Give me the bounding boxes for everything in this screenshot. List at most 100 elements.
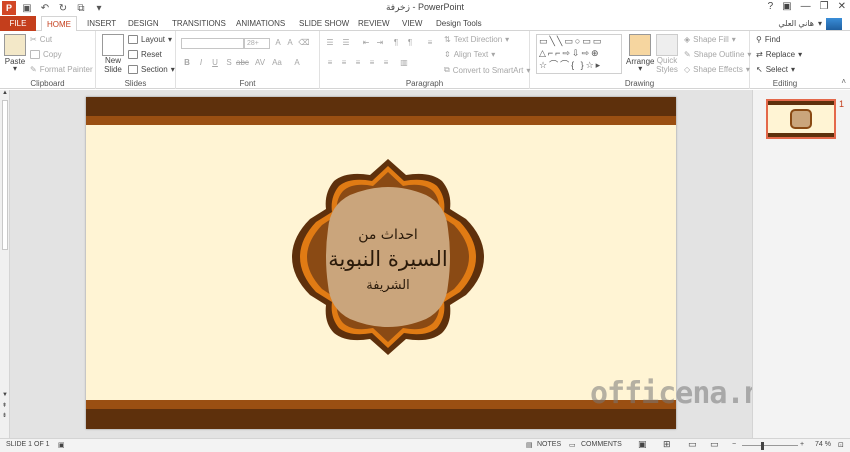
reading-view-icon[interactable]: ▭ <box>688 439 697 450</box>
section-button[interactable]: Section ▾ <box>128 65 175 74</box>
shape-icon[interactable]: ☆⌒⌒{ }☆▸ <box>539 60 602 70</box>
ltr-icon[interactable]: ¶ <box>404 38 416 47</box>
quick-styles-button[interactable]: Quick Styles <box>656 34 678 74</box>
font-size-input[interactable]: 28+ <box>244 38 270 49</box>
slide-sorter-icon[interactable]: ⊞ <box>663 439 671 450</box>
align-left-icon[interactable]: ≡ <box>324 58 336 67</box>
tab-view[interactable]: VIEW <box>402 16 422 31</box>
close-icon[interactable]: ✕ <box>838 1 846 12</box>
zoom-slider-thumb[interactable] <box>760 442 764 450</box>
shape-fill-button[interactable]: ◈ Shape Fill ▾ <box>684 35 736 44</box>
shape-icon[interactable]: △⌐⌐⇨⇩⇨⊕ <box>539 48 601 58</box>
justify-icon[interactable]: ≡ <box>366 58 378 67</box>
layout-button[interactable]: Layout ▾ <box>128 35 172 44</box>
fit-slide-icon[interactable]: ⊡ <box>838 441 844 449</box>
shrink-font-icon[interactable]: A <box>284 38 296 47</box>
decrease-indent-icon[interactable]: ⇤ <box>360 38 372 47</box>
smartart-icon: ⧉ <box>444 65 450 74</box>
scroll-down-icon[interactable]: ▼ <box>2 392 8 398</box>
shape-effects-button[interactable]: ◇ Shape Effects ▾ <box>684 65 750 74</box>
decorative-frame[interactable]: احداث من السيرة النبوية الشريفة <box>290 157 486 357</box>
numbering-icon[interactable]: ☰ <box>340 38 352 47</box>
tab-animations[interactable]: ANIMATIONS <box>236 16 285 31</box>
zoom-in-icon[interactable]: + <box>800 441 804 448</box>
tab-insert[interactable]: INSERT <box>87 16 116 31</box>
columns-icon[interactable]: ▥ <box>398 58 410 67</box>
user-name: هاني العلي <box>778 19 814 28</box>
next-slide-icon[interactable]: ⇟ <box>2 412 7 419</box>
tab-transitions[interactable]: TRANSITIONS <box>172 16 226 31</box>
underline-button[interactable]: U <box>209 58 221 67</box>
spelling-icon[interactable]: ▣ <box>58 441 65 449</box>
find-button[interactable]: ⚲ Find <box>756 35 780 44</box>
new-slide-button[interactable]: New Slide <box>102 34 124 74</box>
paste-button[interactable]: Paste ▾ <box>4 34 26 73</box>
strikethrough-button[interactable]: abc <box>236 58 249 67</box>
reset-button[interactable]: Reset <box>128 50 162 59</box>
grow-font-icon[interactable]: A <box>272 38 284 47</box>
zoom-slider[interactable] <box>742 445 798 446</box>
tab-design-tools[interactable]: Design Tools <box>436 16 482 31</box>
convert-smartart-button[interactable]: ⧉ Convert to SmartArt ▾ <box>444 65 530 75</box>
text-direction-button[interactable]: ⇅ Text Direction ▾ <box>444 35 509 44</box>
spacing-button[interactable]: AV <box>254 58 266 67</box>
prev-slide-icon[interactable]: ⇞ <box>2 402 7 409</box>
rtl-icon[interactable]: ¶ <box>390 38 402 47</box>
notes-button[interactable]: NOTES <box>537 441 561 448</box>
zoom-level[interactable]: 74 % <box>815 441 831 448</box>
comments-button[interactable]: COMMENTS <box>581 441 622 448</box>
scroll-up-icon[interactable]: ▲ <box>2 90 8 96</box>
line-spacing-icon[interactable]: ≡ <box>424 38 436 47</box>
vertical-scrollbar[interactable]: ▲ ▼ ⇞ ⇟ <box>0 90 10 438</box>
shadow-button[interactable]: S <box>223 58 235 67</box>
font-name-input[interactable] <box>181 38 244 49</box>
arrange-button[interactable]: Arrange ▾ <box>626 34 654 73</box>
effects-icon: ◇ <box>684 65 691 74</box>
tab-file[interactable]: FILE <box>0 16 36 31</box>
shape-outline-button[interactable]: ✎ Shape Outline ▾ <box>684 50 751 59</box>
change-case-button[interactable]: Aa <box>271 58 283 67</box>
slide-thumbnail[interactable] <box>766 99 836 139</box>
shape-icon[interactable]: ▭╲╲▭○▭▭ <box>539 36 603 46</box>
comments-icon[interactable]: ▭ <box>569 441 576 449</box>
restore-icon[interactable]: ❐ <box>820 1 829 12</box>
zoom-out-icon[interactable]: − <box>732 441 736 448</box>
tab-review[interactable]: REVIEW <box>358 16 390 31</box>
shapes-gallery[interactable]: ▭╲╲▭○▭▭ △⌐⌐⇨⇩⇨⊕ ☆⌒⌒{ }☆▸ <box>536 34 622 74</box>
italic-button[interactable]: I <box>195 58 207 67</box>
align-right-icon[interactable]: ≡ <box>352 58 364 67</box>
clear-format-icon[interactable]: ⌫ <box>298 38 310 47</box>
slide[interactable]: احداث من السيرة النبوية الشريفة <box>86 97 676 429</box>
format-painter-button[interactable]: ✎ Format Painter <box>30 65 93 74</box>
select-button[interactable]: ↖ Select ▾ <box>756 65 795 74</box>
ribbon-display-icon[interactable]: ▣ <box>782 1 791 12</box>
distributed-icon[interactable]: ≡ <box>380 58 392 67</box>
font-color-button[interactable]: A <box>291 58 303 67</box>
copy-button[interactable]: Copy <box>30 50 62 59</box>
slideshow-view-icon[interactable]: ▭ <box>710 439 719 450</box>
tab-slide-show[interactable]: SLIDE SHOW <box>299 16 349 31</box>
ribbon: Paste ▾ ✂ Cut Copy ✎ Format Painter Clipbo… <box>0 31 850 89</box>
normal-view-icon[interactable]: ▣ <box>638 439 647 450</box>
notes-icon[interactable]: ▤ <box>526 441 533 449</box>
user-account[interactable]: هاني العلي ▾ <box>778 16 842 31</box>
window-title: زخرفة - PowerPoint <box>385 2 465 12</box>
collapse-ribbon-icon[interactable]: ˄ <box>841 77 846 86</box>
scissors-icon: ✂ <box>30 35 37 44</box>
slide-count: SLIDE 1 OF 1 <box>6 441 50 448</box>
scrollbar-thumb[interactable] <box>2 100 8 250</box>
bullets-icon[interactable]: ☰ <box>324 38 336 47</box>
group-label: Clipboard <box>30 79 65 88</box>
tab-home[interactable]: HOME <box>41 16 77 32</box>
paint-bucket-icon: ◈ <box>684 35 691 44</box>
cut-button[interactable]: ✂ Cut <box>30 35 52 44</box>
chevron-down-icon: ▾ <box>170 65 175 74</box>
help-icon[interactable]: ? <box>768 1 774 12</box>
tab-design[interactable]: DESIGN <box>128 16 159 31</box>
replace-button[interactable]: ⇄ Replace ▾ <box>756 50 802 59</box>
increase-indent-icon[interactable]: ⇥ <box>374 38 386 47</box>
align-text-button[interactable]: ⇕ Align Text ▾ <box>444 50 495 59</box>
align-center-icon[interactable]: ≡ <box>338 58 350 67</box>
minimize-icon[interactable]: — <box>801 1 811 12</box>
bold-button[interactable]: B <box>181 58 193 67</box>
